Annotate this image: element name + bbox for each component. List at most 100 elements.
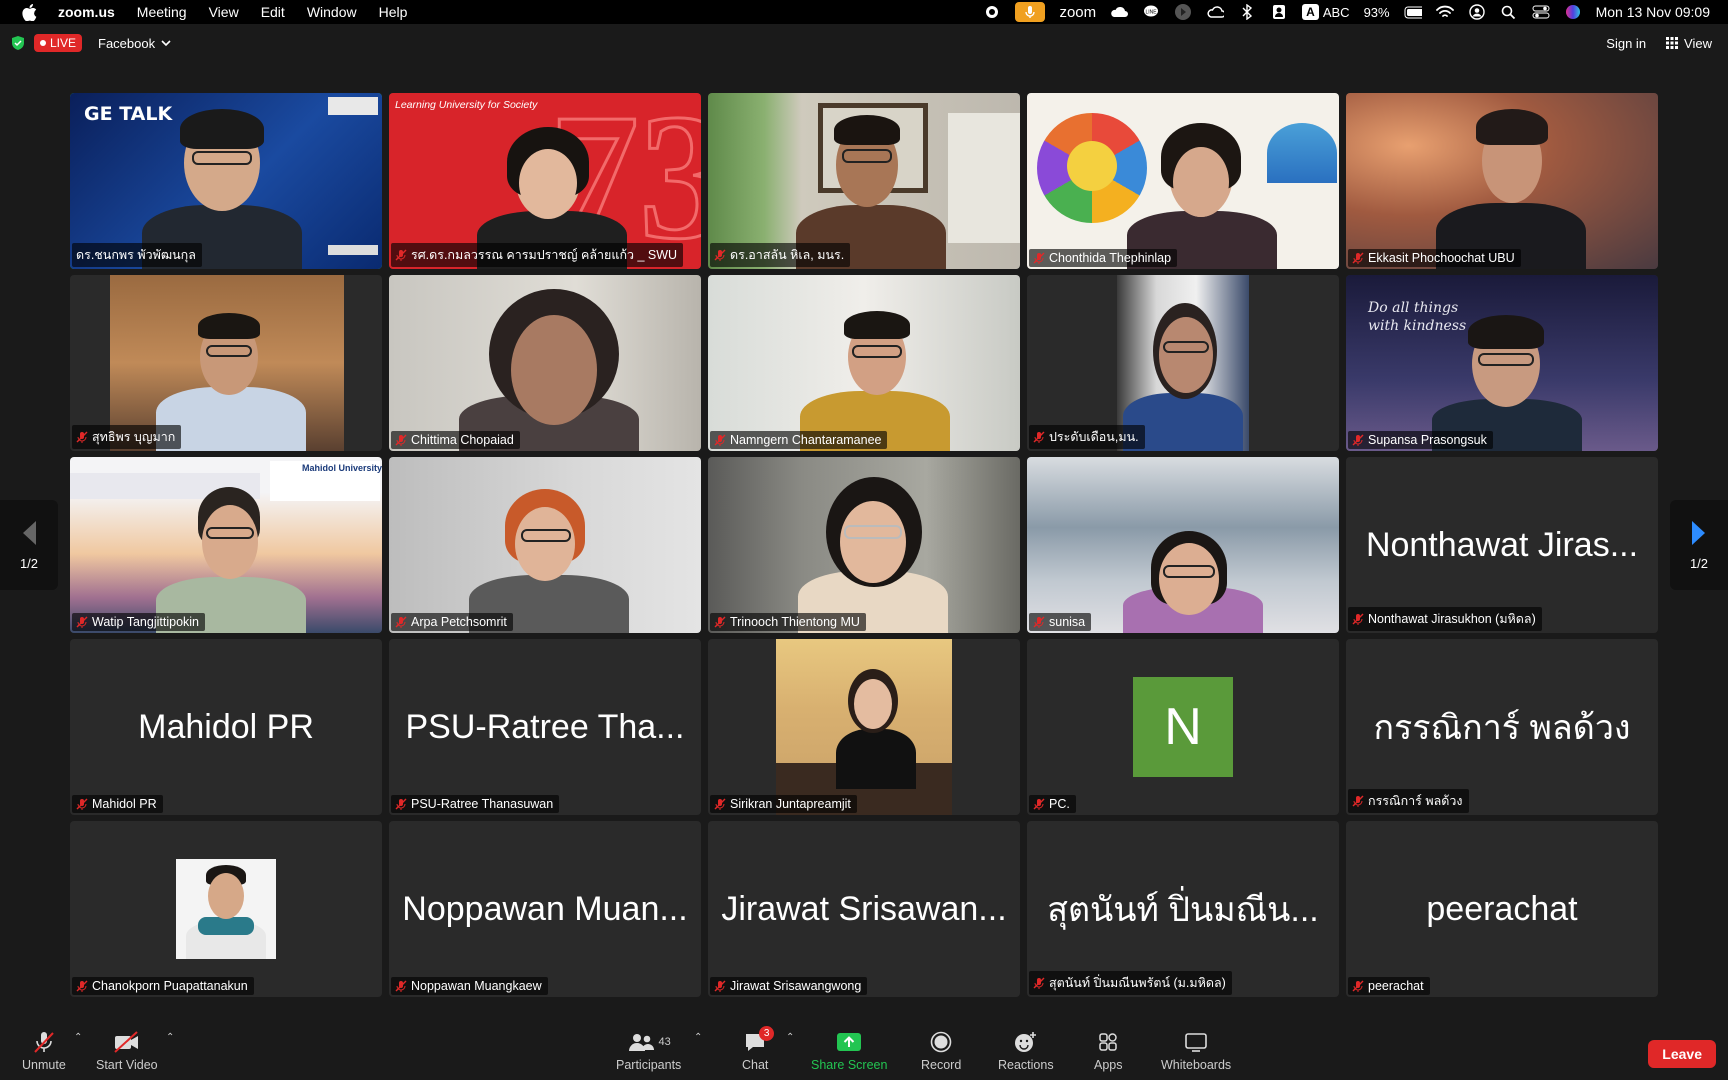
muted-mic-icon <box>76 980 88 992</box>
play-circle-icon[interactable] <box>1174 4 1192 20</box>
participant-tile[interactable]: N PC. <box>1027 639 1339 815</box>
participant-tile[interactable]: Ekkasit Phochoochat UBU <box>1346 93 1658 269</box>
start-video-button[interactable]: Start Video <box>96 1030 158 1072</box>
participant-tile[interactable]: Nonthawat Jiras... Nonthawat Jirasukhon … <box>1346 457 1658 633</box>
menu-help[interactable]: Help <box>379 4 408 20</box>
apple-logo-icon[interactable] <box>20 3 38 21</box>
person-hair <box>180 109 264 149</box>
chat-options-chevron-icon[interactable]: ⌃ <box>786 1032 794 1043</box>
view-button[interactable]: View <box>1666 36 1712 51</box>
user-badge-icon[interactable] <box>1270 4 1288 20</box>
participant-tile[interactable]: Arpa Petchsomrit <box>389 457 701 633</box>
microphone-muted-icon <box>32 1030 56 1054</box>
unmute-button[interactable]: Unmute <box>22 1030 66 1072</box>
cloud-icon[interactable] <box>1110 4 1129 20</box>
menu-edit[interactable]: Edit <box>261 4 285 20</box>
sign-in-button[interactable]: Sign in <box>1606 36 1646 51</box>
menu-meeting[interactable]: Meeting <box>137 4 187 20</box>
participant-name-tag: Nonthawat Jirasukhon (มหิดล) <box>1348 607 1542 631</box>
participant-tile[interactable]: Namngern Chantaramanee <box>708 275 1020 451</box>
control-center-icon[interactable] <box>1532 4 1550 20</box>
participant-tile[interactable]: สุทธิพร บุญมาก <box>70 275 382 451</box>
participant-name-tag: Watip Tangjittipokin <box>72 613 206 631</box>
participants-button[interactable]: 43 Participants <box>616 1030 681 1072</box>
glasses <box>842 149 892 163</box>
reactions-label: Reactions <box>998 1058 1054 1072</box>
participant-tile[interactable]: Mahidol University Watip Tangjittipokin <box>70 457 382 633</box>
share-screen-label: Share Screen <box>811 1058 888 1072</box>
person-body <box>836 729 916 789</box>
zoom-menubar-label[interactable]: zoom <box>1059 4 1096 21</box>
share-screen-button[interactable]: Share Screen <box>811 1030 887 1072</box>
participant-tile[interactable]: peerachat peerachat <box>1346 821 1658 997</box>
participant-tile[interactable]: Mahidol PR Mahidol PR <box>70 639 382 815</box>
video-options-chevron-icon[interactable]: ⌃ <box>166 1032 174 1043</box>
muted-mic-icon <box>76 431 88 443</box>
menubar-clock[interactable]: Mon 13 Nov 09:09 <box>1596 4 1710 20</box>
siri-icon[interactable] <box>1564 4 1582 20</box>
apps-button[interactable]: Apps <box>1094 1030 1123 1072</box>
participant-name-tag: Chonthida Thephinlap <box>1029 249 1178 267</box>
participant-tile[interactable]: กรรณิการ์ พลด้วง กรรณิการ์ พลด้วง <box>1346 639 1658 815</box>
participant-name: สุทธิพร บุญมาก <box>92 430 176 444</box>
participant-tile[interactable]: Sirikran Juntapreamjit <box>708 639 1020 815</box>
menu-view[interactable]: View <box>209 4 239 20</box>
creative-cloud-icon[interactable] <box>1206 4 1225 20</box>
search-icon[interactable] <box>1500 4 1518 20</box>
muted-mic-icon <box>76 616 88 628</box>
menu-app-name[interactable]: zoom.us <box>58 4 115 20</box>
participant-tile[interactable]: ดร.อาสลัน หิเล, มนร. <box>708 93 1020 269</box>
previous-page-button[interactable]: 1/2 <box>0 500 58 590</box>
participant-name: Chanokporn Puapattanakun <box>92 979 248 993</box>
participant-name-tag: Ekkasit Phochoochat UBU <box>1348 249 1521 267</box>
glasses <box>521 529 571 542</box>
participant-name-tag: Namngern Chantaramanee <box>710 431 888 449</box>
whiteboard-icon <box>1184 1030 1208 1054</box>
person-face <box>1159 543 1219 615</box>
participant-tile[interactable]: Chanokporn Puapattanakun <box>70 821 382 997</box>
leave-button[interactable]: Leave <box>1648 1040 1716 1068</box>
muted-mic-icon <box>395 616 407 628</box>
participant-tile[interactable]: ประดับเดือน,มน. <box>1027 275 1339 451</box>
record-button[interactable]: Record <box>921 1030 961 1072</box>
participant-tile[interactable]: Learning University for Society 73 รศ.ดร… <box>389 93 701 269</box>
participant-name-tag: Supansa Prasongsuk <box>1348 431 1493 449</box>
start-video-label: Start Video <box>96 1058 158 1072</box>
participant-tile[interactable]: PSU-Ratree Tha... PSU-Ratree Thanasuwan <box>389 639 701 815</box>
muted-mic-icon <box>1033 252 1045 264</box>
line-app-icon[interactable]: LINE <box>1142 4 1160 20</box>
participant-tile[interactable]: Trinooch Thientong MU <box>708 457 1020 633</box>
muted-mic-icon <box>714 249 726 261</box>
participant-tile[interactable]: GE TALK ดร.ชนกพร พัวพัฒนกุล <box>70 93 382 269</box>
participant-name: Noppawan Muangkaew <box>411 979 542 993</box>
live-badge[interactable]: LIVE <box>34 34 83 52</box>
participant-tile[interactable]: Do all things with kindness Supansa Pras… <box>1346 275 1658 451</box>
next-page-button[interactable]: 1/2 <box>1670 500 1728 590</box>
wifi-icon[interactable] <box>1435 4 1454 20</box>
user-account-icon[interactable] <box>1468 4 1486 20</box>
participant-tile[interactable]: Jirawat Srisawan... Jirawat Srisawangwon… <box>708 821 1020 997</box>
whiteboards-button[interactable]: Whiteboards <box>1161 1030 1231 1072</box>
participant-tile[interactable]: Chonthida Thephinlap <box>1027 93 1339 269</box>
reactions-button[interactable]: Reactions <box>998 1030 1054 1072</box>
microphone-in-use-icon[interactable] <box>1015 2 1046 22</box>
chevron-right-icon <box>1692 520 1705 545</box>
input-source[interactable]: A ABC <box>1302 4 1350 20</box>
stream-target-dropdown[interactable]: Facebook <box>98 36 171 51</box>
menu-window[interactable]: Window <box>307 4 357 20</box>
battery-percent[interactable]: 93% <box>1364 5 1390 20</box>
chat-label: Chat <box>742 1058 769 1072</box>
battery-icon[interactable] <box>1404 4 1422 20</box>
bluetooth-icon[interactable] <box>1238 4 1256 20</box>
record-status-icon[interactable] <box>983 4 1001 20</box>
participant-tile[interactable]: สุตนันท์ ปิ่นมณีน... สุตนันท์ ปิ่นมณีนพร… <box>1027 821 1339 997</box>
svg-text:LINE: LINE <box>1146 10 1158 16</box>
audio-options-chevron-icon[interactable]: ⌃ <box>74 1032 82 1043</box>
participant-tile[interactable]: Chittima Chopaiad <box>389 275 701 451</box>
participants-options-chevron-icon[interactable]: ⌃ <box>694 1032 702 1043</box>
encryption-shield-icon[interactable] <box>10 35 26 51</box>
participant-tile[interactable]: Noppawan Muan... Noppawan Muangkaew <box>389 821 701 997</box>
video-gallery: GE TALK ดร.ชนกพร พัวพัฒนกุล Learning Uni… <box>70 93 1660 998</box>
participant-tile[interactable]: sunisa <box>1027 457 1339 633</box>
chat-button[interactable]: 3 Chat <box>742 1026 775 1072</box>
